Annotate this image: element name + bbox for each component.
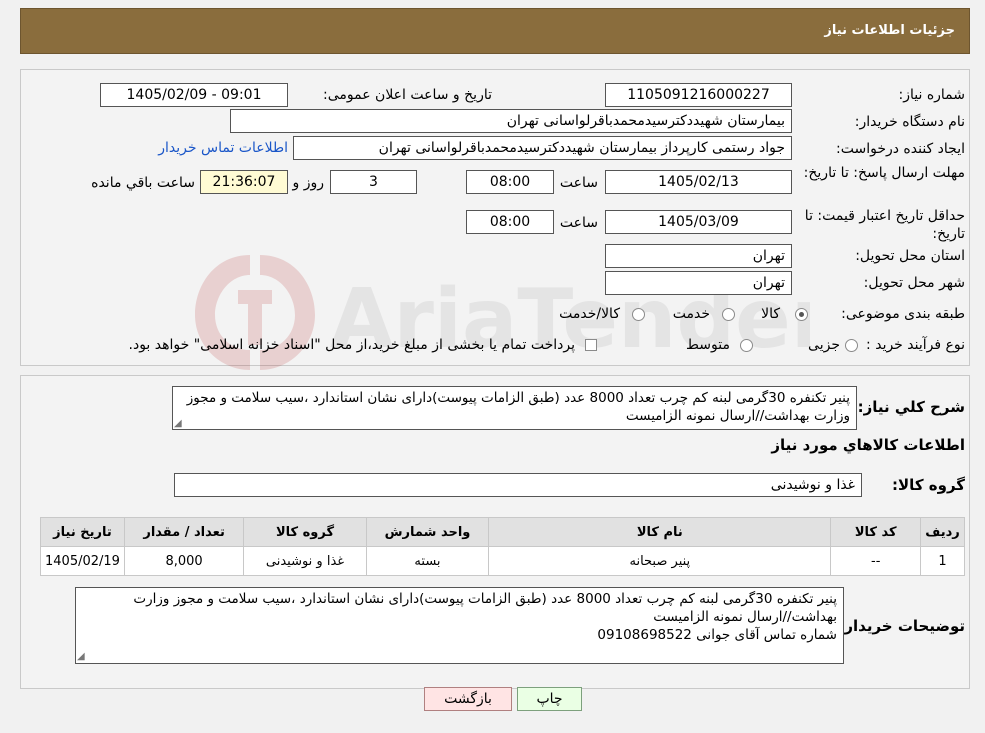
delivery-city-field: تهران xyxy=(605,271,792,295)
col-group: گروه کالا xyxy=(243,517,367,547)
summary-textarea[interactable]: پنیر تکنفره 30گرمی لبنه کم چرب تعداد 800… xyxy=(172,386,857,430)
table-row: 1 -- پنیر صبحانه بسته غذا و نوشیدنی 8,00… xyxy=(40,546,965,576)
category-label: طبقه بندی موضوعی: xyxy=(841,306,965,322)
goods-group-field: غذا و نوشیدنی xyxy=(174,473,862,497)
process-minor-radio[interactable] xyxy=(845,339,858,352)
buyer-notes-line: پنیر تکنفره 30گرمی لبنه کم چرب تعداد 800… xyxy=(133,591,837,607)
treasury-payment-note: پرداخت تمام یا بخشی از مبلغ خرید،از محل … xyxy=(128,337,575,353)
col-need-date: تاریخ نیاز xyxy=(40,517,125,547)
summary-label: شرح کلي نياز: xyxy=(857,398,965,416)
category-goods-radio[interactable] xyxy=(795,308,808,321)
cell-need-date: 1405/02/19 xyxy=(40,546,125,576)
deadline-time-field: 08:00 xyxy=(466,170,554,194)
cell-row: 1 xyxy=(920,546,965,576)
buyer-org-label: نام دستگاه خریدار: xyxy=(854,114,965,130)
announce-datetime-field: 1405/02/09 - 09:01 xyxy=(100,83,288,107)
items-table-header: رديف کد کالا نام کالا واحد شمارش گروه کا… xyxy=(40,517,965,547)
category-goods-label: کالا xyxy=(761,306,780,322)
remaining-time-field: 21:36:07 xyxy=(200,170,288,194)
deadline-days-field: 3 xyxy=(330,170,417,194)
requester-label: ایجاد کننده درخواست: xyxy=(836,141,965,157)
min-validity-time-label: ساعت xyxy=(559,215,598,231)
min-validity-time-field: 08:00 xyxy=(466,210,554,234)
delivery-province-label: استان محل تحویل: xyxy=(855,248,965,264)
category-service-label: خدمت xyxy=(672,306,710,322)
category-goods-service-label: کالا/خدمت xyxy=(559,306,620,322)
requester-field: جواد رستمی کارپرداز بیمارستان شهیددکترسی… xyxy=(293,136,792,160)
page-header: جزئیات اطلاعات نیاز xyxy=(20,8,970,54)
items-table: رديف کد کالا نام کالا واحد شمارش گروه کا… xyxy=(40,517,965,576)
deadline-time-label: ساعت xyxy=(559,175,598,191)
goods-group-label: گروه کالا: xyxy=(892,476,965,494)
cell-group: غذا و نوشیدنی xyxy=(243,546,367,576)
buyer-notes-textarea[interactable]: پنیر تکنفره 30گرمی لبنه کم چرب تعداد 800… xyxy=(75,587,844,664)
col-code: کد کالا xyxy=(830,517,922,547)
cell-unit: بسته xyxy=(365,546,490,576)
col-quantity: تعداد / مقدار xyxy=(123,517,245,547)
deadline-days-label: روز و xyxy=(292,175,325,191)
cell-quantity: 8,000 xyxy=(123,546,245,576)
buyer-contact-link[interactable]: اطلاعات تماس خریدار xyxy=(158,140,288,156)
category-service-radio[interactable] xyxy=(722,308,735,321)
min-validity-date-field: 1405/03/09 xyxy=(605,210,792,234)
deadline-date-field: 1405/02/13 xyxy=(605,170,792,194)
buyer-notes-line: بهداشت//ارسال نمونه الزامیست xyxy=(653,609,837,625)
buyer-notes-resize-grip-icon[interactable]: ◢ xyxy=(77,651,85,662)
buyer-notes-label: توضیحات خریدار: xyxy=(838,617,965,635)
print-button[interactable]: چاپ xyxy=(517,687,582,711)
buyer-notes-line: شماره تماس آقای جوانی 09108698522 xyxy=(597,627,837,643)
col-name: نام کالا xyxy=(488,517,832,547)
buyer-org-field: بیمارستان شهیددکترسیدمحمدباقرلواسانی تهر… xyxy=(230,109,792,133)
col-row: رديف xyxy=(920,517,965,547)
process-medium-radio[interactable] xyxy=(740,339,753,352)
col-unit: واحد شمارش xyxy=(365,517,490,547)
delivery-city-label: شهر محل تحویل: xyxy=(863,275,965,291)
purchase-process-label: نوع فرآیند خرید : xyxy=(866,337,965,353)
remaining-time-label: ساعت باقي مانده xyxy=(91,175,195,191)
cell-code: -- xyxy=(830,546,922,576)
need-number-label: شماره نیاز: xyxy=(898,87,966,103)
summary-resize-grip-icon[interactable]: ◢ xyxy=(174,418,182,429)
category-goods-service-radio[interactable] xyxy=(632,308,645,321)
process-medium-label: متوسط xyxy=(686,337,730,353)
back-button[interactable]: بازگشت xyxy=(424,687,512,711)
need-number-field: 1105091216000227 xyxy=(605,83,792,107)
page-title: جزئیات اطلاعات نیاز xyxy=(824,23,955,38)
delivery-province-field: تهران xyxy=(605,244,792,268)
treasury-payment-checkbox[interactable] xyxy=(585,339,597,351)
announce-datetime-label: تاریخ و ساعت اعلان عمومی: xyxy=(323,87,492,103)
deadline-label: مهلت ارسال پاسخ: تا تاریخ: xyxy=(803,165,965,181)
min-validity-label: حداقل تاریخ اعتبار قیمت: تا تاریخ: xyxy=(804,208,965,242)
process-minor-label: جزیی xyxy=(808,337,840,353)
goods-section-title: اطلاعات کالاهاي مورد نياز xyxy=(771,436,965,454)
cell-name: پنیر صبحانه xyxy=(488,546,832,576)
